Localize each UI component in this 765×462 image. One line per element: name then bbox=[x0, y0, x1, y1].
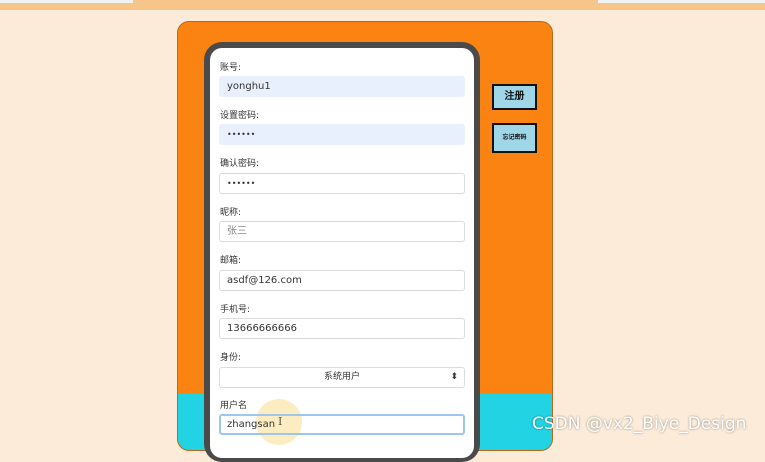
phone-input[interactable]: 13666666666 bbox=[219, 318, 465, 339]
nickname-input[interactable]: 张三 bbox=[219, 221, 465, 242]
phone-label: 手机号: bbox=[220, 305, 251, 315]
password-input[interactable]: •••••• bbox=[219, 124, 465, 145]
account-label: 账号: bbox=[220, 63, 242, 73]
role-select[interactable]: 系统用户 ⬍ bbox=[219, 367, 465, 388]
up-down-arrows-icon: ⬍ bbox=[450, 372, 458, 382]
username-input[interactable]: zhangsan bbox=[219, 414, 465, 435]
email-input[interactable]: asdf@126.com bbox=[219, 270, 465, 291]
username-label: 用户名 bbox=[220, 401, 248, 411]
register-button[interactable]: 注册 bbox=[492, 84, 537, 110]
top-strip-segment bbox=[0, 0, 133, 3]
confirm-password-label: 确认密码: bbox=[220, 159, 260, 169]
watermark: CSDN @vx2_Biye_Design bbox=[532, 414, 747, 434]
role-select-value: 系统用户 bbox=[323, 372, 360, 382]
role-label: 身份: bbox=[220, 353, 242, 363]
email-label: 邮箱: bbox=[220, 256, 242, 266]
i-beam-cursor-icon: I bbox=[278, 415, 283, 428]
password-label: 设置密码: bbox=[220, 111, 260, 121]
top-strip bbox=[0, 0, 765, 10]
account-input[interactable]: yonghu1 bbox=[219, 76, 465, 97]
forgot-password-button[interactable]: 忘记密码 bbox=[492, 123, 537, 153]
nickname-label: 昵称: bbox=[220, 208, 242, 218]
top-strip-segment bbox=[598, 0, 765, 3]
confirm-password-input[interactable]: •••••• bbox=[219, 173, 465, 194]
